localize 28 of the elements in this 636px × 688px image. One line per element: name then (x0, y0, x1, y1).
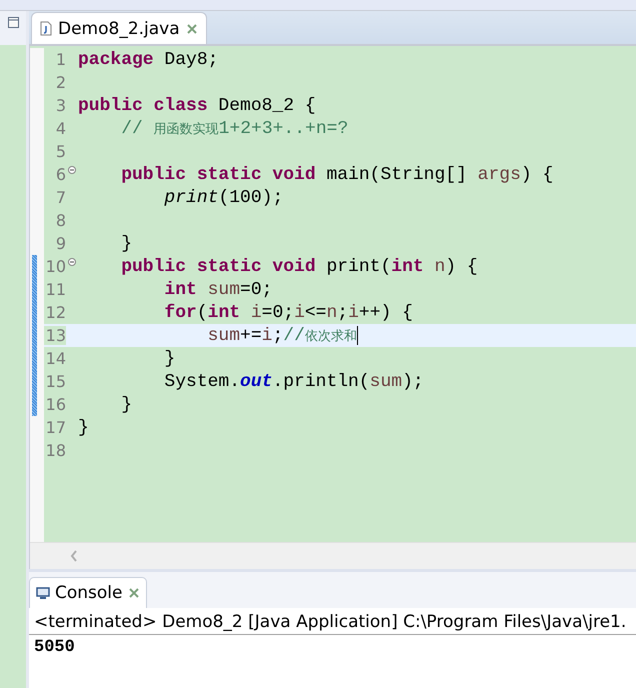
monitor-icon (36, 586, 50, 600)
code-line: sum+=i;//依次求和 (206, 326, 358, 346)
code-line: } (120, 394, 132, 414)
editor-tab[interactable]: Demo8_2.java (31, 12, 207, 44)
code-line: // 用函数实现1+2+3+..+n=? (120, 118, 348, 138)
code-line: } (78, 418, 89, 438)
close-icon[interactable] (128, 587, 140, 599)
console-output: 5050 (33, 637, 76, 659)
code-line: package Day8; (78, 50, 218, 70)
fold-icon[interactable] (68, 258, 76, 266)
code-line: public static void main(String[] args) { (120, 164, 554, 184)
tab-title: Demo8_2.java (58, 18, 180, 38)
close-icon[interactable] (186, 22, 198, 34)
code-line: for(int i=0;i<=n;i++) { (163, 302, 413, 322)
code-line: } (120, 234, 132, 254)
code-line: } (163, 348, 176, 368)
code-line: print(100); (163, 188, 284, 208)
code-line: public static void print(int n) { (120, 256, 478, 276)
console-tab[interactable]: Console (29, 577, 146, 608)
console-status: <terminated> Demo8_2 [Java Application] C:\Program Files\Java\jre1. (29, 608, 636, 635)
restore-icon[interactable] (8, 17, 18, 28)
code-line: public class Demo8_2 { (78, 96, 316, 116)
line-number: 13 (44, 326, 66, 345)
java-file-icon (40, 21, 52, 36)
fold-icon[interactable] (68, 166, 76, 174)
code-line: System.out.println(sum); (163, 372, 424, 392)
code-line: int sum=0; (163, 280, 272, 300)
tab-title: Console (55, 583, 122, 603)
